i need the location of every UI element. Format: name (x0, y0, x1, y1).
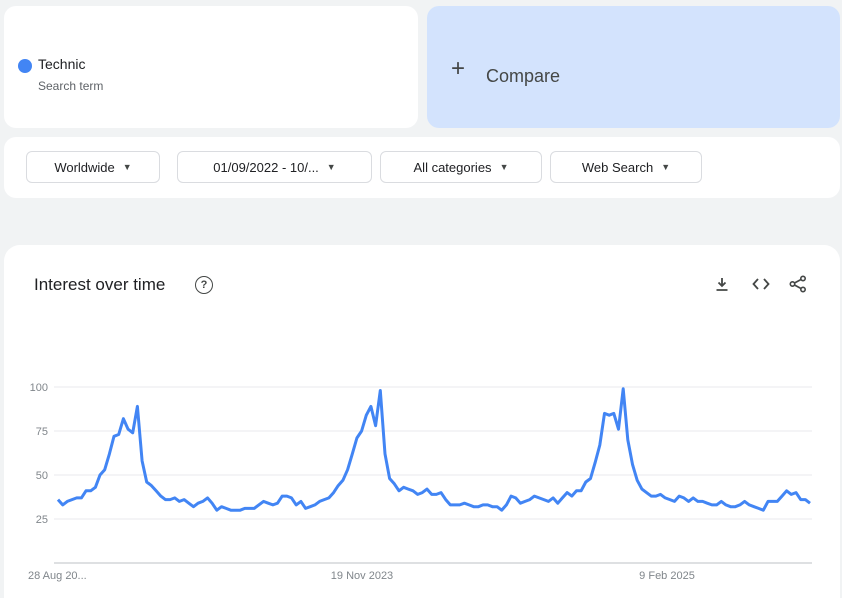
x-tick-label: 9 Feb 2025 (639, 570, 695, 582)
y-tick-label: 25 (36, 514, 48, 526)
plus-icon: + (451, 55, 466, 82)
region-filter-label: Worldwide (54, 159, 115, 175)
chevron-down-icon: ▼ (499, 162, 509, 172)
series-color-dot (18, 59, 32, 73)
search-term-card[interactable]: Technic Search term (4, 6, 418, 128)
y-tick-label: 100 (30, 382, 48, 394)
x-tick-label: 28 Aug 20... (28, 570, 87, 582)
search-term-name[interactable]: Technic (38, 56, 85, 72)
interest-line-chart: 25 50 75 100 28 Aug 20... 19 Nov 2023 9 Feb 20… (28, 382, 812, 582)
region-filter-dropdown[interactable]: Worldwide ▼ (26, 151, 160, 183)
chevron-down-icon: ▼ (661, 162, 671, 172)
date-range-label: 01/09/2022 - 10/... (213, 159, 319, 175)
search-type-dropdown[interactable]: Web Search ▼ (550, 151, 702, 183)
series-line-technic[interactable] (56, 387, 811, 512)
search-term-subtitle: Search term (38, 79, 104, 93)
y-tick-label: 75 (36, 426, 48, 438)
category-label: All categories (413, 159, 492, 175)
chevron-down-icon: ▼ (326, 162, 336, 172)
chevron-down-icon: ▼ (122, 162, 132, 172)
search-type-label: Web Search (581, 159, 654, 175)
compare-label: Compare (486, 66, 561, 86)
x-tick-label: 19 Nov 2023 (331, 570, 393, 582)
interest-over-time-panel: Interest over time ? 25 50 75 100 28 Aug 20.… (4, 245, 840, 598)
date-range-dropdown[interactable]: 01/09/2022 - 10/... ▼ (177, 151, 372, 183)
compare-button[interactable]: + Compare (427, 6, 840, 128)
y-tick-label: 50 (36, 470, 48, 482)
category-dropdown[interactable]: All categories ▼ (380, 151, 542, 183)
filter-bar: Worldwide ▼ 01/09/2022 - 10/... ▼ All ca… (4, 137, 840, 198)
